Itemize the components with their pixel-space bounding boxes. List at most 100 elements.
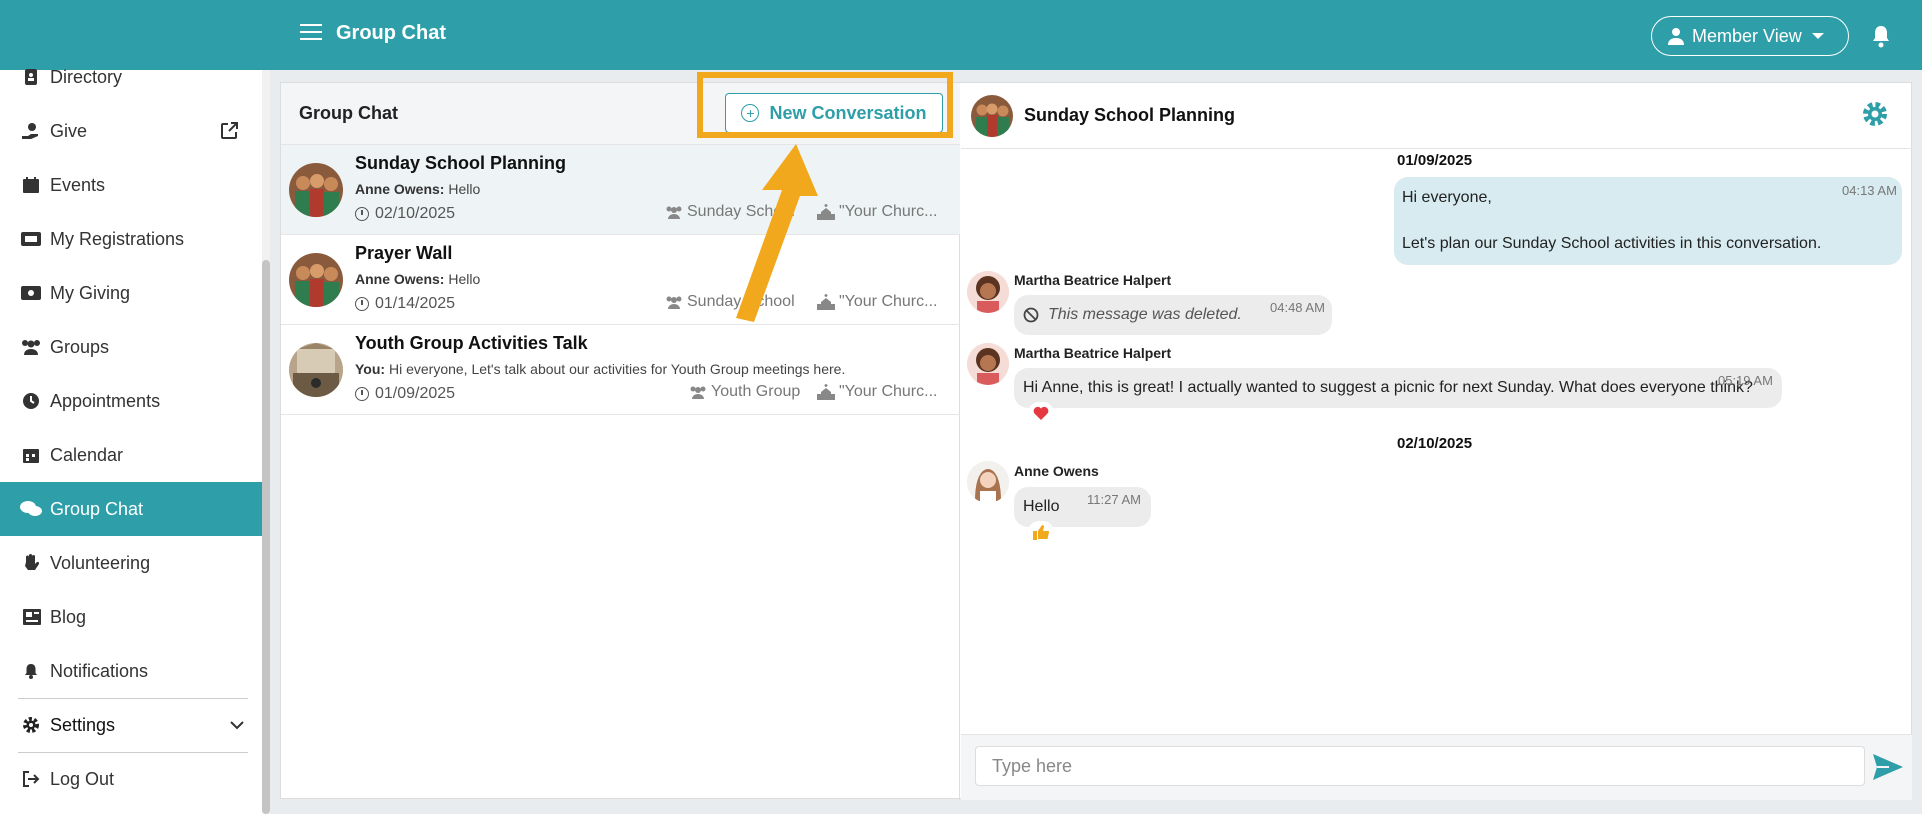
thumbs-up-icon [1033,524,1049,540]
sidebar-item-label: Settings [50,714,116,735]
comments-icon [20,499,42,519]
sidebar-item-label: Group Chat [50,498,144,519]
sidebar-item-label: Give [50,120,88,141]
conversation-item[interactable]: Youth Group Activities Talk You: Hi ever… [281,325,960,415]
conversation-group: Sunday School [665,293,795,311]
sidebar-item-label: My Registrations [50,228,185,249]
church-icon [817,384,835,400]
message-input[interactable] [975,746,1865,786]
conversation-group-text: Sunday School [687,203,795,220]
sidebar-item-appointments[interactable]: Appointments [0,374,262,428]
sidebar-item-label: Groups [50,336,110,357]
new-conversation-button[interactable]: + New Conversation [725,93,943,133]
sidebar-item-settings[interactable]: Settings [0,698,262,752]
group-avatar [289,253,343,307]
message-bubble-deleted: This message was deleted. 04:48 AM [1014,295,1332,335]
sidebar-scrollbar[interactable] [262,260,270,814]
sign-out-icon [20,769,42,789]
top-bar: Group Chat Member View [0,0,1922,70]
chevron-down-icon [230,721,244,730]
message-text: Hello [1023,498,1060,515]
last-message-sender: Anne Owens: [355,181,445,197]
sidebar-item-label: Appointments [50,390,161,411]
user-icon [1668,28,1684,45]
message-sender: Martha Beatrice Halpert [1014,272,1172,288]
newspaper-icon [20,607,42,627]
group-avatar [289,163,343,217]
calendar-icon [20,175,42,195]
conversation-church-text: "Your Churc... [839,383,938,400]
message-time: 04:48 AM [1270,300,1325,315]
conversation-group-text: Sunday School [687,293,795,310]
message-text: Hi Anne, this is great! I actually wante… [1023,379,1753,396]
member-view-label: Member View [1692,25,1802,46]
bell-icon[interactable] [1870,24,1892,48]
sidebar-item-label: Notifications [50,660,149,681]
page-title: Group Chat [336,22,446,44]
sidebar: Directory Give Events My Registrations M… [0,67,262,814]
new-conversation-label: New Conversation [769,102,927,123]
sidebar-item-groups[interactable]: Groups [0,320,262,374]
ban-icon [1023,307,1039,323]
message-composer [961,734,1912,800]
sidebar-item-calendar[interactable]: Calendar [0,428,262,482]
sidebar-item-blog[interactable]: Blog [0,590,262,644]
date-separator: 02/10/2025 [1397,435,1473,452]
conversation-list-title: Group Chat [299,103,398,123]
clock-icon [20,391,42,411]
sidebar-item-directory[interactable]: Directory [0,50,262,104]
message-time: 05:19 AM [1718,373,1773,388]
conversation-group: Sunday School [665,203,795,221]
conversation-item[interactable]: Prayer Wall Anne Owens: Hello 01/14/2025… [281,235,960,325]
sidebar-item-label: Calendar [50,444,124,465]
sidebar-item-give[interactable]: Give [0,104,262,158]
sidebar-item-notifications[interactable]: Notifications [0,644,262,698]
conversation-date: 01/14/2025 [355,295,455,313]
sidebar-item-my-registrations[interactable]: My Registrations [0,212,262,266]
church-icon [817,204,835,220]
sidebar-item-label: Log Out [50,768,115,789]
gear-icon [20,715,42,735]
users-icon [666,296,682,309]
sidebar-item-my-giving[interactable]: My Giving [0,266,262,320]
date-separator: 01/09/2025 [1397,152,1473,169]
chat-header: Sunday School Planning [961,83,1912,149]
conversation-date: 01/09/2025 [355,385,455,403]
member-view-dropdown[interactable]: Member View [1651,16,1849,56]
sidebar-item-log-out[interactable]: Log Out [0,752,262,806]
message-text: Let's plan our Sunday School activities … [1402,235,1822,252]
conversation-item[interactable]: Sunday School Planning Anne Owens: Hello… [281,145,960,235]
avatar [967,343,1009,385]
last-message-text: Hello [448,181,481,197]
sidebar-item-events[interactable]: Events [0,158,262,212]
clock-icon [355,297,369,311]
conversation-name: Youth Group Activities Talk [355,333,588,353]
hamburger-menu-icon[interactable] [300,24,322,42]
conversation-date-text: 01/09/2025 [375,385,456,402]
sidebar-item-group-chat[interactable]: Group Chat [0,482,262,536]
heart-reaction[interactable] [1028,402,1054,424]
conversation-church: "Your Churc... [817,293,937,311]
group-avatar [289,343,343,397]
conversation-church: "Your Churc... [817,203,937,221]
conversation-last-message: Anne Owens: Hello [355,181,480,197]
conversation-date-text: 01/14/2025 [375,295,456,312]
deleted-message-text: This message was deleted. [1048,306,1242,323]
send-icon[interactable] [1872,753,1904,781]
conversation-date-text: 02/10/2025 [375,205,456,222]
users-icon [690,386,706,399]
last-message-sender: You: [355,361,386,377]
gear-icon[interactable] [1861,100,1889,128]
plus-circle-icon: + [741,104,760,122]
last-message-text: Hello [448,271,481,287]
hand-icon [20,553,42,573]
last-message-sender: Anne Owens: [355,271,445,287]
thumbs-up-reaction[interactable] [1028,521,1054,543]
chat-title: Sunday School Planning [1024,105,1236,125]
conversation-last-message: Anne Owens: Hello [355,271,480,287]
message-bubble-mine: Hi everyone, Let's plan our Sunday Schoo… [1394,177,1902,265]
message-text: Hi everyone, [1402,189,1492,206]
sidebar-item-volunteering[interactable]: Volunteering [0,536,262,590]
last-message-text: Hi everyone, Let's talk about our activi… [388,361,846,377]
sidebar-item-label: Directory [50,66,123,87]
